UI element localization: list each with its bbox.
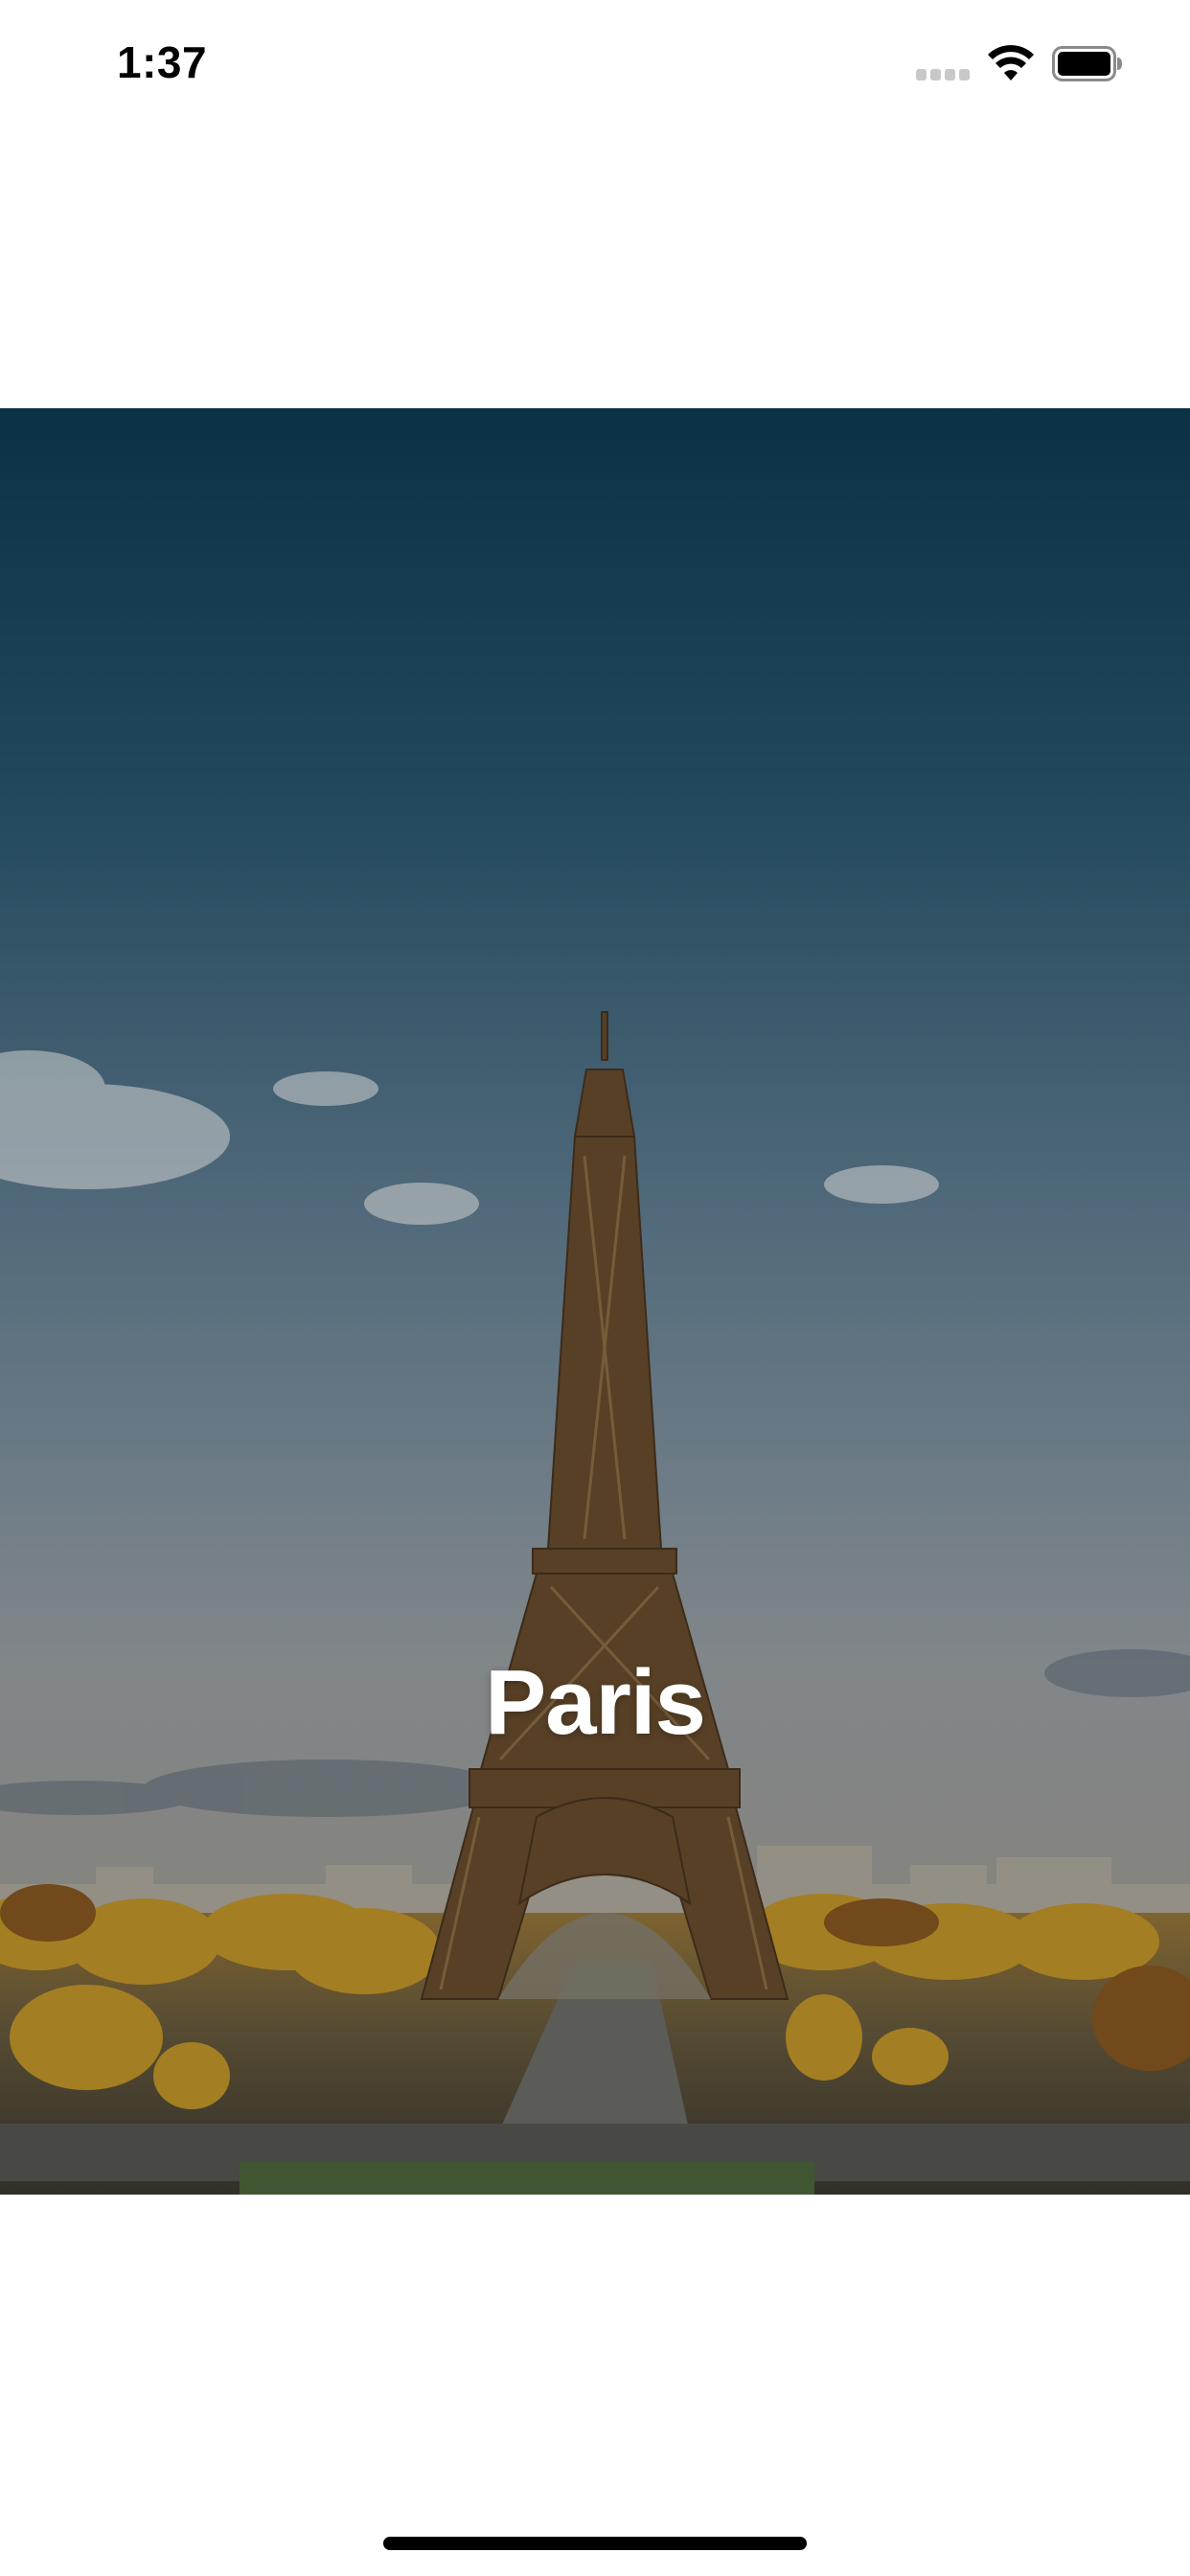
image-dim-overlay <box>0 408 1190 2195</box>
wifi-icon <box>988 45 1034 80</box>
hero-image: Paris <box>0 408 1190 2195</box>
battery-full-icon <box>1052 46 1122 81</box>
city-title: Paris <box>485 1651 706 1754</box>
home-indicator-bar[interactable] <box>383 2537 807 2550</box>
status-bar: 1:37 <box>0 0 1190 126</box>
cellular-signal-icon <box>916 69 972 82</box>
status-time: 1:37 <box>117 37 208 87</box>
